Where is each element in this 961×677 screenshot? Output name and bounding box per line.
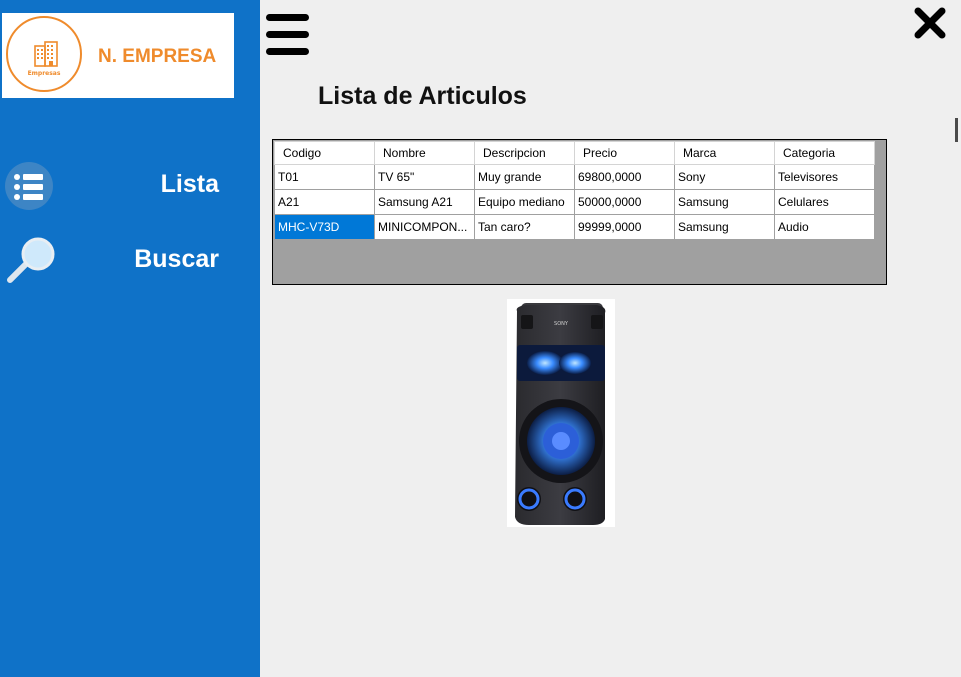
table-cell[interactable]: 50000,0000	[574, 189, 675, 215]
sidebar: Empresas N. EMPRESA Lista Buscar	[0, 0, 260, 677]
table-cell[interactable]: Celulares	[774, 189, 875, 215]
table-cell[interactable]: 99999,0000	[574, 214, 675, 240]
table-header-row: Codigo Nombre Descripcion Precio Marca C…	[274, 141, 875, 165]
table-cell[interactable]: Muy grande	[474, 164, 575, 190]
table-cell[interactable]: TV 65"	[374, 164, 475, 190]
table-cell[interactable]: Televisores	[774, 164, 875, 190]
sidebar-item-label: Buscar	[134, 245, 219, 273]
table-cell[interactable]: A21	[274, 189, 375, 215]
table-cell[interactable]: Sony	[674, 164, 775, 190]
table-cell[interactable]: Equipo mediano	[474, 189, 575, 215]
table-cell[interactable]: T01	[274, 164, 375, 190]
column-header-descripcion[interactable]: Descripcion	[474, 141, 575, 165]
table-row[interactable]: A21 Samsung A21 Equipo mediano 50000,000…	[274, 189, 875, 215]
list-icon	[5, 162, 53, 210]
sidebar-item-lista[interactable]: Lista	[0, 160, 260, 210]
logo-caption: Empresas	[27, 70, 61, 77]
logo-emblem: Empresas	[6, 16, 82, 92]
column-header-nombre[interactable]: Nombre	[374, 141, 475, 165]
table-cell[interactable]: Samsung	[674, 214, 775, 240]
table-cell[interactable]: MINICOMPON...	[374, 214, 475, 240]
speaker-illustration: SONY	[515, 303, 606, 525]
articles-table: Codigo Nombre Descripcion Precio Marca C…	[274, 141, 875, 240]
table-cell[interactable]: 69800,0000	[574, 164, 675, 190]
page-title: Lista de Articulos	[318, 82, 527, 110]
magnifier-icon	[7, 237, 55, 283]
articles-grid[interactable]: Codigo Nombre Descripcion Precio Marca C…	[272, 139, 887, 285]
sidebar-item-buscar[interactable]: Buscar	[0, 235, 260, 285]
product-image: SONY	[507, 299, 615, 527]
hamburger-icon[interactable]	[266, 14, 309, 58]
table-cell[interactable]: Samsung A21	[374, 189, 475, 215]
company-name: N. EMPRESA	[98, 46, 217, 67]
column-header-marca[interactable]: Marca	[674, 141, 775, 165]
column-header-precio[interactable]: Precio	[574, 141, 675, 165]
column-header-categoria[interactable]: Categoria	[774, 141, 875, 165]
table-cell[interactable]: Samsung	[674, 189, 775, 215]
table-cell[interactable]: Tan caro?	[474, 214, 575, 240]
table-cell-selected[interactable]: MHC-V73D	[274, 214, 375, 240]
speaker-brand: SONY	[554, 321, 569, 327]
window-edge	[955, 118, 958, 142]
building-icon	[34, 41, 58, 67]
column-header-codigo[interactable]: Codigo	[274, 141, 375, 165]
company-logo: Empresas N. EMPRESA	[2, 13, 234, 98]
table-row-selected[interactable]: MHC-V73D MINICOMPON... Tan caro? 99999,0…	[274, 214, 875, 240]
sidebar-item-label: Lista	[160, 170, 219, 198]
table-row[interactable]: T01 TV 65" Muy grande 69800,0000 Sony Te…	[274, 164, 875, 190]
close-icon[interactable]	[913, 6, 947, 40]
table-cell[interactable]: Audio	[774, 214, 875, 240]
